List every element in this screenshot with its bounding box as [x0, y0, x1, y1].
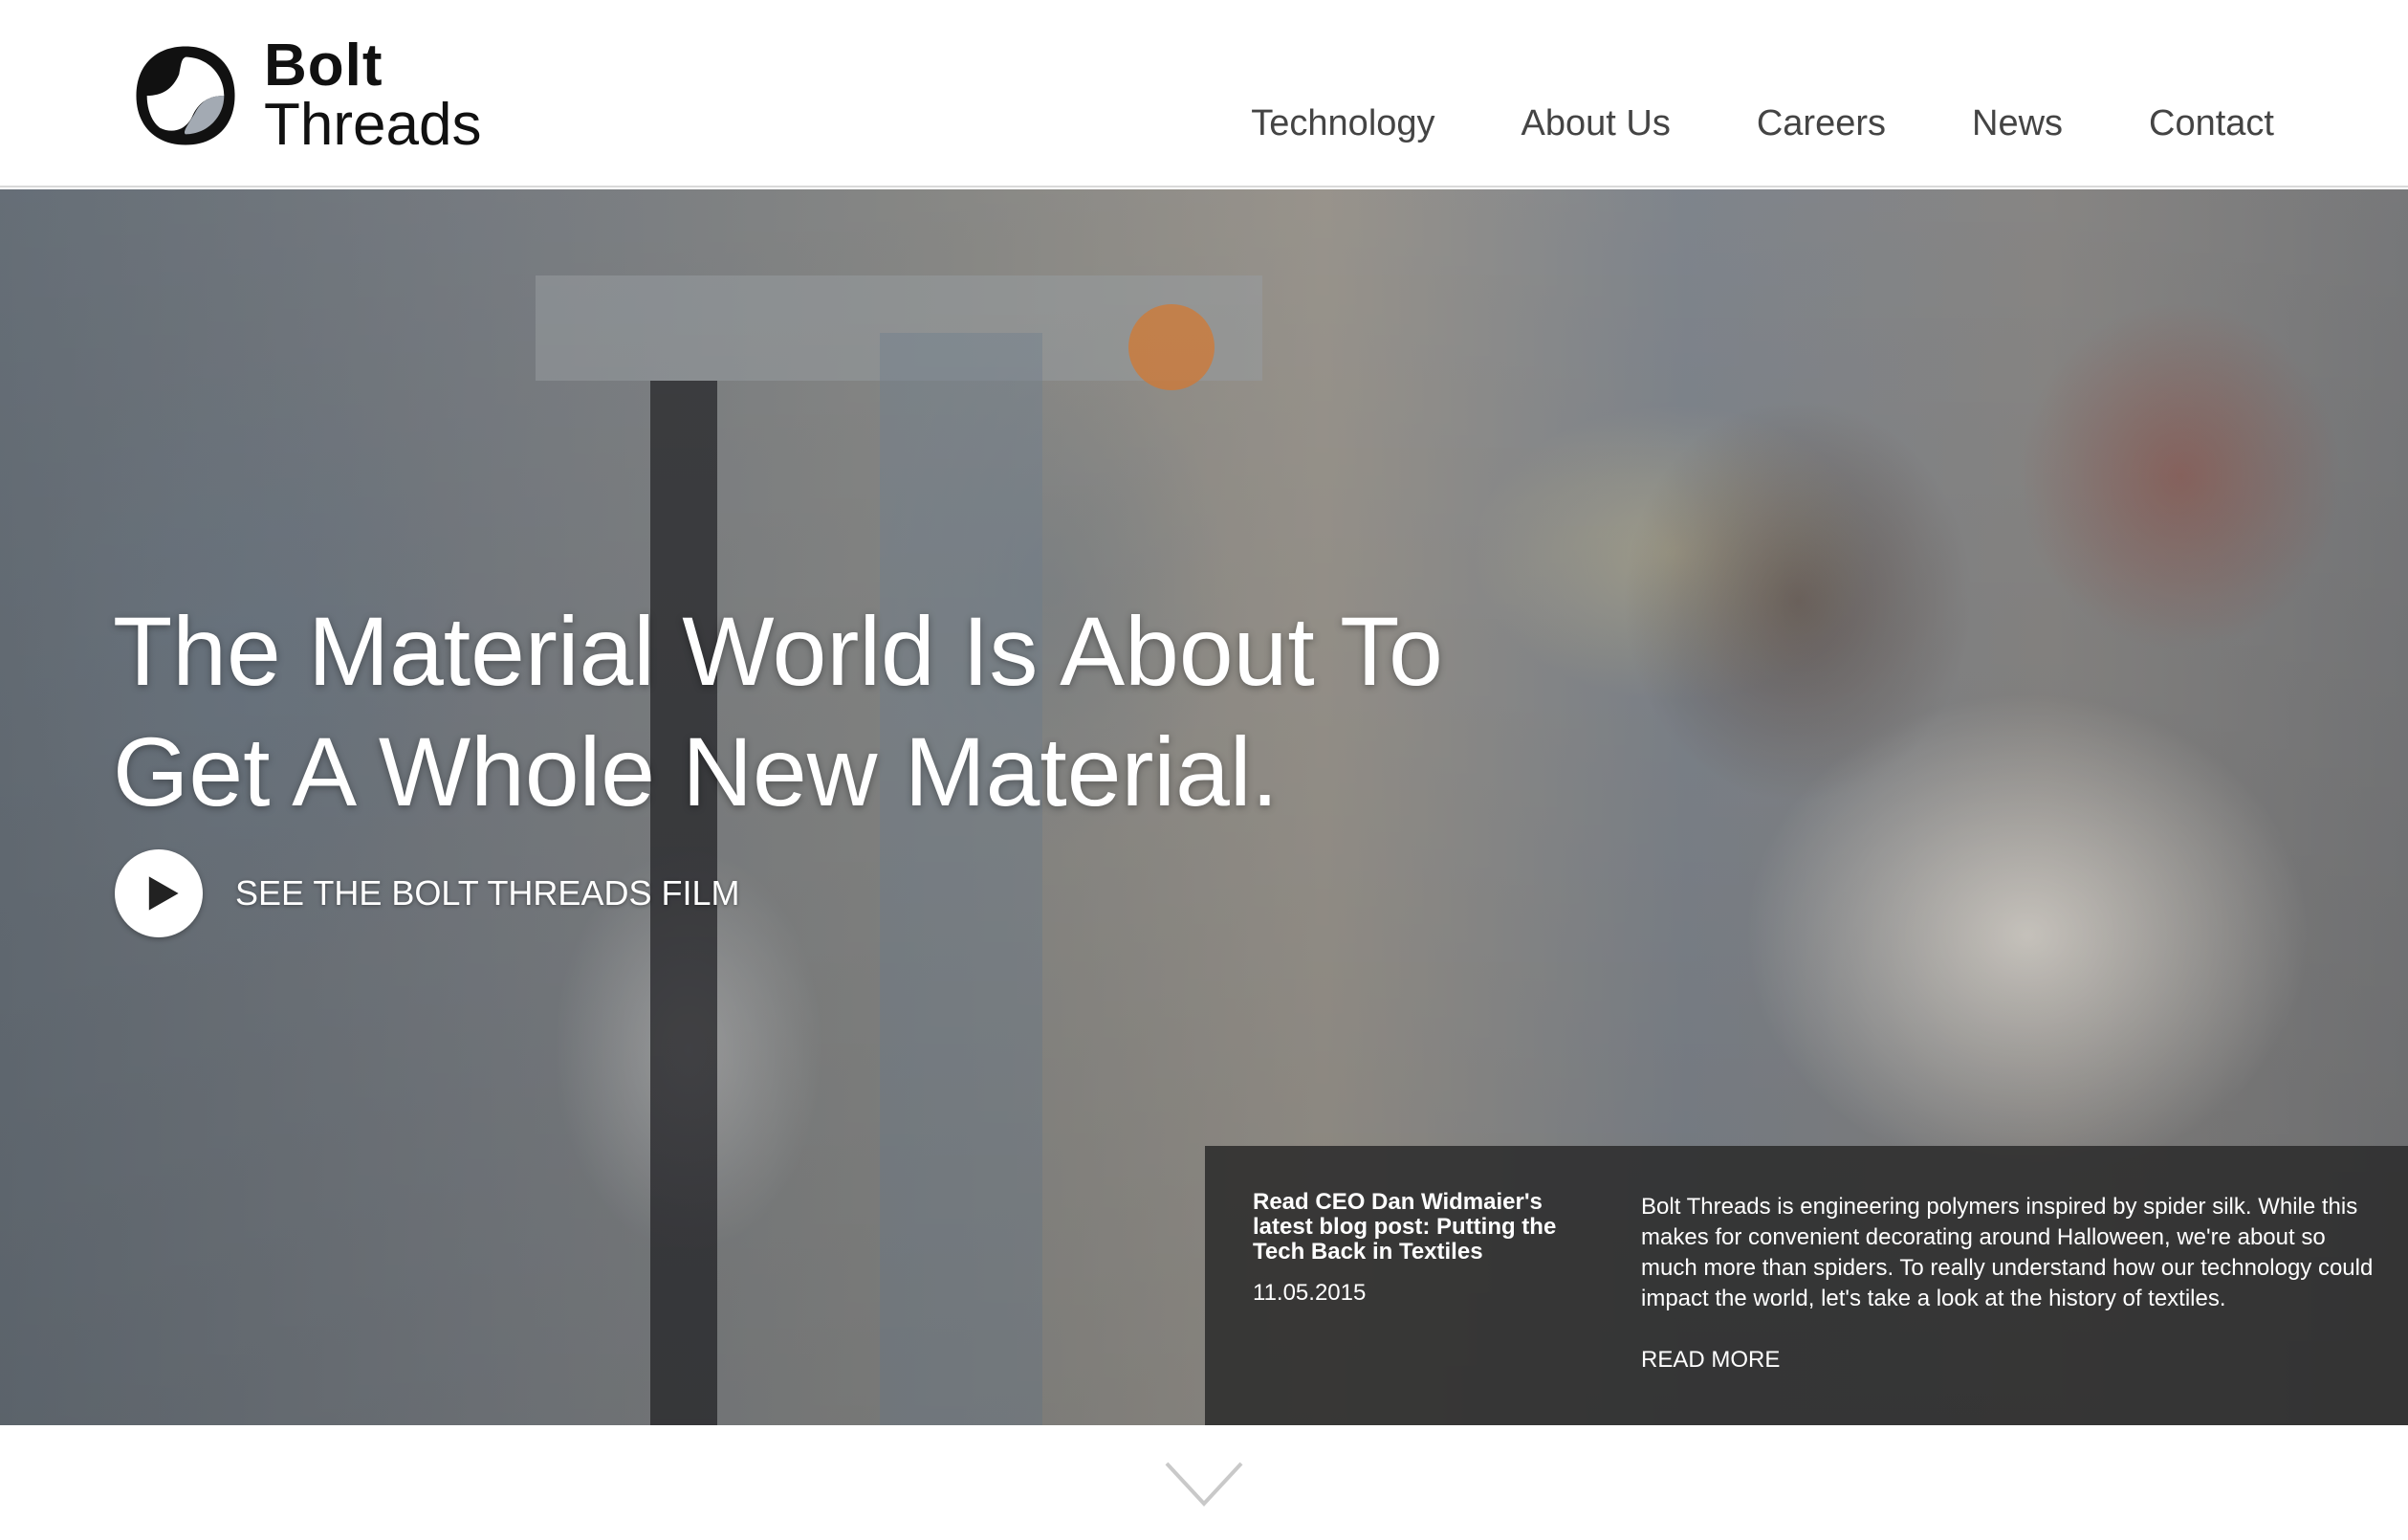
play-button[interactable]: [115, 849, 203, 937]
read-more-link[interactable]: READ MORE: [1641, 1347, 1780, 1374]
logo-text: Bolt Threads: [264, 36, 481, 155]
logo[interactable]: Bolt Threads: [132, 36, 481, 155]
film-label[interactable]: SEE THE BOLT THREADS FILM: [235, 873, 739, 913]
watch-film-button[interactable]: SEE THE BOLT THREADS FILM: [115, 849, 739, 937]
hero-headline: The Material World Is About To Get A Who…: [113, 597, 1443, 826]
blog-post-date: 11.05.2015: [1253, 1280, 1367, 1306]
play-icon: [148, 876, 179, 911]
logo-name-line1: Bolt: [264, 33, 383, 99]
blog-post-link[interactable]: Read CEO Dan Widmaier's latest blog post…: [1253, 1190, 1568, 1265]
nav-item-about-us[interactable]: About Us: [1521, 103, 1671, 144]
nav-item-news[interactable]: News: [1972, 103, 2063, 144]
news-panel: Read CEO Dan Widmaier's latest blog post…: [1205, 1146, 2408, 1425]
site-header: Bolt Threads Technology About Us Careers…: [0, 0, 2408, 187]
logo-name-line2: Threads: [264, 92, 482, 158]
main-nav: Technology About Us Careers News Contact: [1251, 103, 2274, 144]
nav-item-contact[interactable]: Contact: [2149, 103, 2274, 144]
chevron-down-icon[interactable]: [1165, 1462, 1243, 1507]
bolt-threads-logo-icon: [136, 46, 235, 145]
news-blurb: Bolt Threads is engineering polymers ins…: [1641, 1194, 2374, 1311]
hero-section: The Material World Is About To Get A Who…: [0, 189, 2408, 1425]
scroll-strip: [0, 1425, 2408, 1540]
nav-item-technology[interactable]: Technology: [1251, 103, 1434, 144]
nav-item-careers[interactable]: Careers: [1757, 103, 1886, 144]
